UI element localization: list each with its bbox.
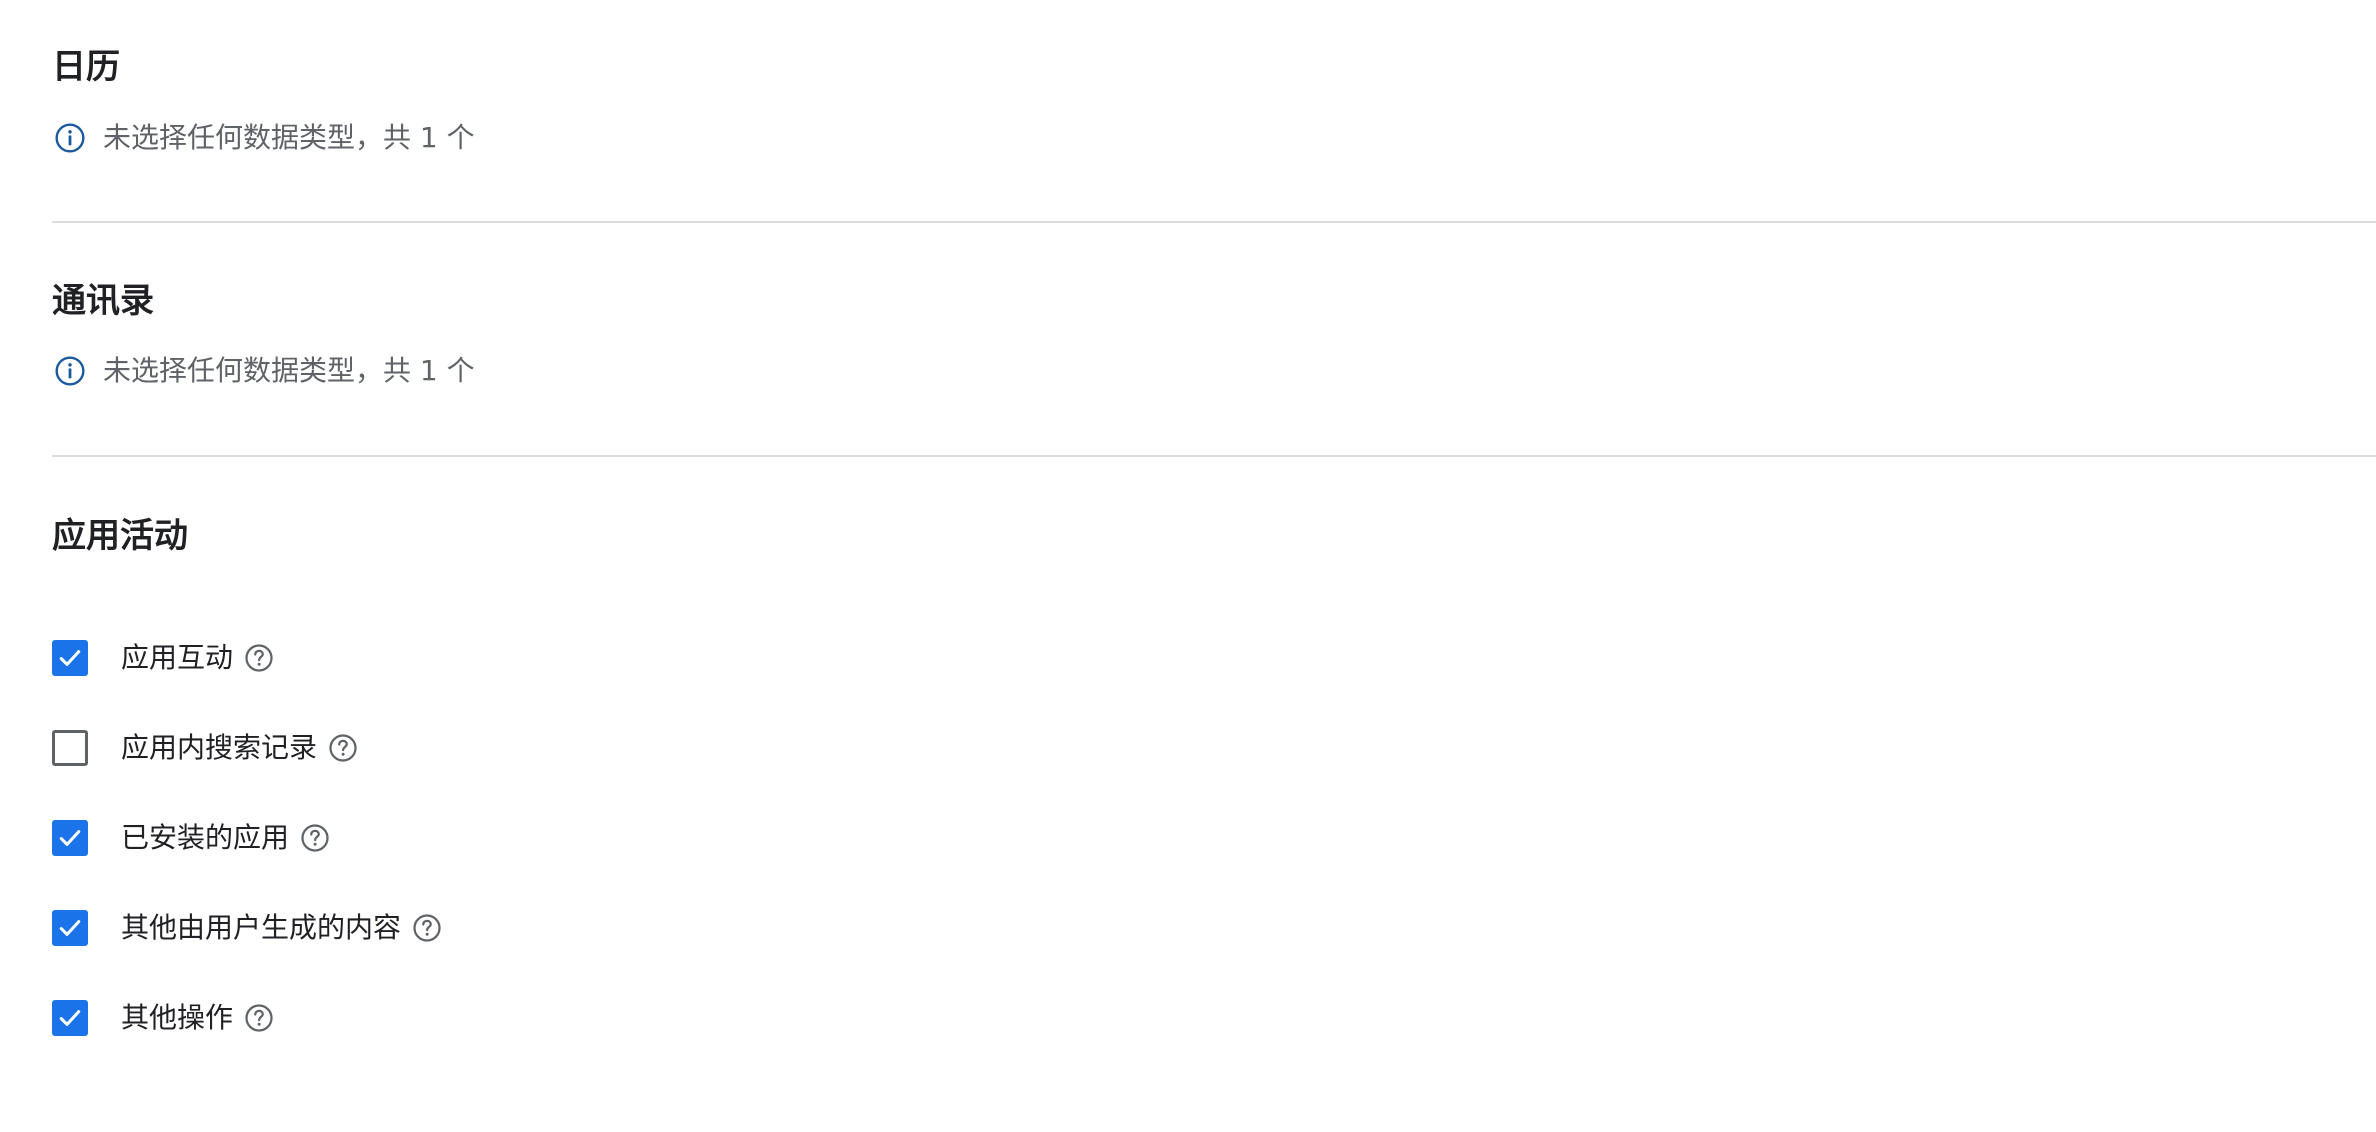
checkbox-row-in-app-search-history: 应用内搜索记录 bbox=[52, 728, 359, 768]
checkbox-label[interactable]: 其他由用户生成的内容 bbox=[121, 908, 401, 948]
checkbox-installed-apps[interactable] bbox=[52, 820, 88, 856]
help-circle-icon[interactable] bbox=[327, 732, 359, 764]
checkbox-label[interactable]: 应用内搜索记录 bbox=[121, 728, 317, 768]
checkbox-row-app-interactions: 应用互动 bbox=[52, 638, 275, 678]
help-circle-icon[interactable] bbox=[411, 912, 443, 944]
checkbox-label[interactable]: 其他操作 bbox=[121, 998, 233, 1038]
section-title-contacts: 通讯录 bbox=[52, 281, 154, 321]
contacts-info-row: 未选择任何数据类型，共 1 个 bbox=[52, 351, 475, 391]
info-icon bbox=[52, 120, 88, 156]
checkbox-label[interactable]: 已安装的应用 bbox=[121, 818, 289, 858]
help-circle-icon[interactable] bbox=[243, 642, 275, 674]
checkbox-row-other-user-generated-content: 其他由用户生成的内容 bbox=[52, 908, 443, 948]
checkbox-row-other-actions: 其他操作 bbox=[52, 998, 275, 1038]
info-icon bbox=[52, 353, 88, 389]
divider bbox=[52, 221, 2376, 223]
checkbox-row-installed-apps: 已安装的应用 bbox=[52, 818, 331, 858]
contacts-info-text: 未选择任何数据类型，共 1 个 bbox=[103, 354, 475, 387]
help-circle-icon[interactable] bbox=[243, 1002, 275, 1034]
divider bbox=[52, 455, 2376, 457]
section-title-calendar: 日历 bbox=[52, 47, 120, 87]
checkbox-in-app-search-history[interactable] bbox=[52, 730, 88, 766]
checkbox-other-actions[interactable] bbox=[52, 1000, 88, 1036]
help-circle-icon[interactable] bbox=[299, 822, 331, 854]
checkbox-label[interactable]: 应用互动 bbox=[121, 638, 233, 678]
data-safety-form: 日历 未选择任何数据类型，共 1 个 通讯录 未选择任何数据类型，共 1 个 应… bbox=[0, 0, 2376, 1132]
section-title-app-activity: 应用活动 bbox=[52, 516, 188, 556]
checkbox-other-user-generated-content[interactable] bbox=[52, 910, 88, 946]
calendar-info-row: 未选择任何数据类型，共 1 个 bbox=[52, 118, 475, 158]
calendar-info-text: 未选择任何数据类型，共 1 个 bbox=[103, 121, 475, 154]
checkbox-app-interactions[interactable] bbox=[52, 640, 88, 676]
